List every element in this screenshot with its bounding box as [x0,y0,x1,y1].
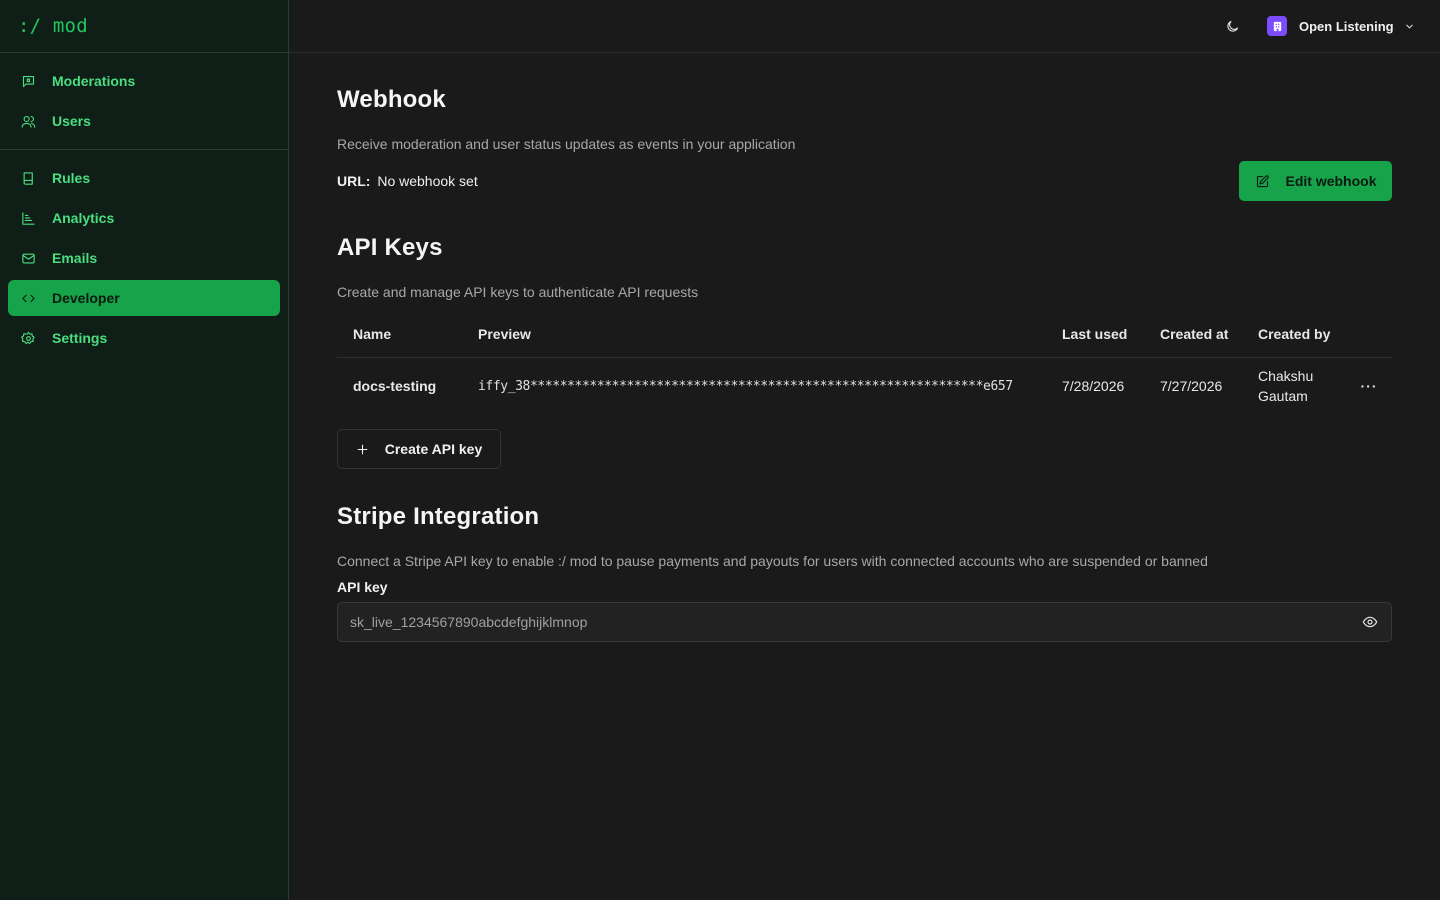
column-header-preview: Preview [478,325,531,342]
webhook-section-title: Webhook [337,86,446,113]
users-icon [20,113,36,129]
gear-icon [20,330,36,346]
app-logo[interactable]: :/ mod [0,0,288,53]
webhook-url-label: URL: [337,173,371,189]
api-keys-description: Create and manage API keys to authentica… [337,284,699,300]
edit-icon [1256,174,1269,187]
sidebar-item-label: Users [52,113,91,129]
organization-switcher[interactable]: Open Listening [1267,14,1416,38]
sidebar-item-label: Developer [52,290,120,306]
edit-webhook-button[interactable]: Edit webhook [1239,161,1392,201]
api-key-preview: iffy_38*********************************… [478,378,1013,394]
stripe-description: Connect a Stripe API key to enable :/ mo… [337,553,1208,569]
sidebar-item-analytics[interactable]: Analytics [8,200,280,236]
sidebar-item-moderations[interactable]: Moderations [8,63,280,99]
api-key-last-used: 7/28/2026 [1062,378,1125,394]
sidebar-primary-nav: Moderations Users [0,53,288,150]
create-api-key-label: Create API key [384,441,483,457]
webhook-url-line: URL: No webhook set [337,173,478,189]
webhook-url-value: No webhook set [377,173,478,189]
sidebar-item-label: Analytics [52,210,115,226]
chevron-down-icon [1404,20,1416,32]
more-options-icon[interactable]: ··· [1357,374,1381,398]
row-actions-cell: ··· [1346,374,1392,398]
sidebar-item-emails[interactable]: Emails [8,240,280,276]
stripe-api-key-input[interactable] [350,614,1361,630]
sidebar-item-label: Rules [52,170,91,186]
sidebar-item-settings[interactable]: Settings [8,320,280,356]
sidebar-item-developer[interactable]: Developer [8,280,280,316]
sidebar: :/ mod Moderations Users Rules Analytics… [0,0,289,900]
building-icon [1273,21,1281,31]
webhook-description: Receive moderation and user status updat… [337,136,796,152]
org-avatar [1267,16,1287,36]
mail-icon [20,250,36,266]
sidebar-item-users[interactable]: Users [8,103,280,139]
table-row: docs-testing iffy_38********************… [337,358,1392,414]
table-header: Name Preview Last used Created at Create… [337,310,1392,358]
top-bar: Open Listening [289,0,1440,53]
api-keys-section-title: API Keys [337,234,443,261]
eye-icon[interactable] [1361,613,1379,631]
api-key-created-at: 7/27/2026 [1160,378,1223,394]
org-name: Open Listening [1299,18,1394,34]
book-icon [20,170,36,186]
theme-toggle-button[interactable] [1222,16,1242,36]
api-key-created-by: Chakshu Gautam [1258,368,1314,404]
column-header-name: Name [353,325,392,342]
api-key-name: docs-testing [353,378,437,394]
edit-webhook-label: Edit webhook [1285,173,1377,189]
sidebar-secondary-nav: Rules Analytics Emails Developer Setting… [0,150,288,366]
api-keys-table: Name Preview Last used Created at Create… [337,310,1392,414]
stripe-api-key-field [337,602,1392,642]
sidebar-item-rules[interactable]: Rules [8,160,280,196]
sidebar-item-label: Emails [52,250,98,266]
stripe-api-key-label: API key [337,579,388,595]
sidebar-item-label: Settings [52,330,108,346]
column-header-created-by: Created by [1258,325,1331,342]
code-icon [20,290,36,306]
chart-icon [20,210,36,226]
moon-icon [1226,20,1238,32]
stripe-section-title: Stripe Integration [337,503,540,530]
column-header-created-at: Created at [1160,325,1229,342]
column-header-last-used: Last used [1062,325,1128,342]
flag-icon [20,73,36,89]
plus-icon [357,444,368,454]
sidebar-item-label: Moderations [52,73,136,89]
create-api-key-button[interactable]: Create API key [337,429,501,469]
